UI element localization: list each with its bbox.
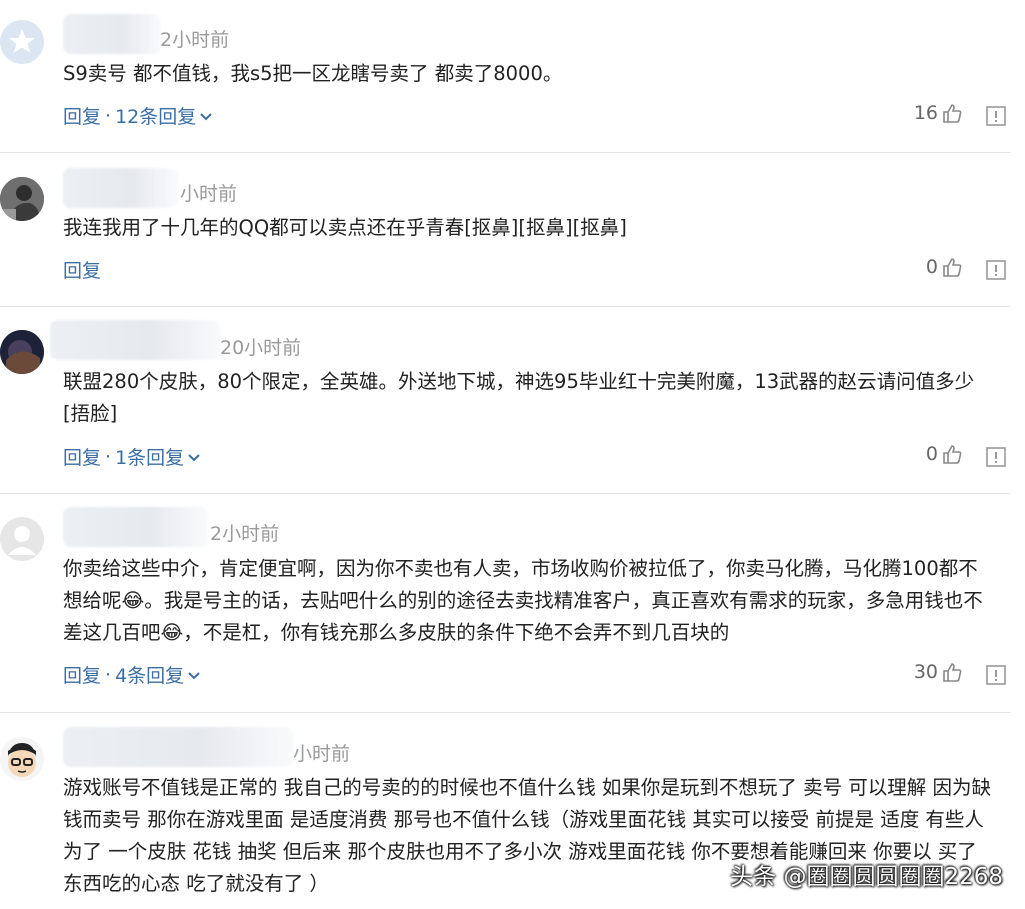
avatar[interactable] [0, 737, 44, 781]
comment-text: S9卖号 都不值钱，我s5把一区龙瞎号卖了 都卖了8000。 [63, 62, 563, 85]
chevron-down-icon[interactable] [187, 450, 201, 464]
like-count: 30 [913, 661, 938, 683]
username-blurred [50, 320, 220, 360]
user-photo-icon [0, 177, 44, 221]
like-button[interactable]: 0 [926, 256, 963, 278]
divider [0, 493, 1010, 494]
reply-button[interactable]: 回复 [63, 443, 101, 470]
comment-actions: 回复 [63, 256, 101, 283]
replies-toggle[interactable]: 12条回复 [115, 102, 196, 129]
username-blurred [63, 14, 161, 54]
thumbs-up-icon[interactable] [941, 256, 963, 278]
report-icon[interactable] [985, 446, 1007, 468]
comment-actions: 回复 · 12条回复 [63, 102, 213, 129]
divider [0, 152, 1010, 153]
comment-time: 20小时前 [220, 337, 302, 359]
avatar[interactable] [0, 517, 44, 561]
separator-dot: · [105, 104, 112, 127]
comment-actions: 回复 · 4条回复 [63, 661, 201, 688]
like-count: 16 [913, 102, 938, 124]
divider [0, 712, 1010, 713]
comment-actions: 回复 · 1条回复 [63, 443, 201, 470]
username-blurred [63, 168, 178, 208]
default-star-avatar-icon [0, 20, 44, 64]
comment-time: 小时前 [293, 743, 351, 765]
like-count: 0 [925, 256, 938, 278]
chevron-down-icon[interactable] [199, 109, 213, 123]
username-blurred [63, 507, 208, 547]
replies-toggle[interactable]: 1条回复 [115, 443, 184, 470]
avatar[interactable] [0, 330, 44, 374]
like-button[interactable]: 0 [926, 443, 963, 465]
replies-toggle[interactable]: 4条回复 [115, 661, 184, 688]
comment-time: 小时前 [180, 183, 238, 205]
comment-text: 联盟280个皮肤，80个限定，全英雄。外送地下城，神选95毕业红十完美附魔，13… [63, 370, 975, 425]
thumbs-up-icon[interactable] [941, 102, 963, 124]
report-icon[interactable] [985, 664, 1007, 686]
like-button[interactable]: 30 [914, 661, 963, 683]
report-icon[interactable] [985, 259, 1007, 281]
avatar[interactable] [0, 20, 44, 64]
thumbs-up-icon[interactable] [941, 661, 963, 683]
user-photo-icon [0, 330, 44, 374]
like-button[interactable]: 16 [914, 102, 963, 124]
thumbs-up-icon[interactable] [941, 443, 963, 465]
username-blurred [63, 727, 293, 767]
avatar[interactable] [0, 177, 44, 221]
reply-button[interactable]: 回复 [63, 661, 101, 688]
reply-button[interactable]: 回复 [63, 256, 101, 283]
like-count: 0 [925, 443, 938, 465]
reply-button[interactable]: 回复 [63, 102, 101, 129]
separator-dot: · [105, 445, 112, 468]
default-user-avatar-icon [0, 517, 44, 561]
comment-time: 2小时前 [210, 523, 280, 545]
comment-time: 2小时前 [160, 29, 230, 51]
report-icon[interactable] [985, 105, 1007, 127]
comment-text: 你卖给这些中介，肯定便宜啊，因为你不卖也有人卖，市场收购价被拉低了，你卖马化腾，… [63, 557, 983, 644]
divider [0, 306, 1010, 307]
watermark: 头条 @圈圈圆圆圈圈2268 [730, 864, 1003, 890]
comment-text: 我连我用了十几年的QQ都可以卖点还在乎青春[抠鼻][抠鼻][抠鼻] [63, 216, 627, 239]
separator-dot: · [105, 663, 112, 686]
chevron-down-icon[interactable] [187, 668, 201, 682]
cartoon-avatar-icon [0, 737, 44, 781]
